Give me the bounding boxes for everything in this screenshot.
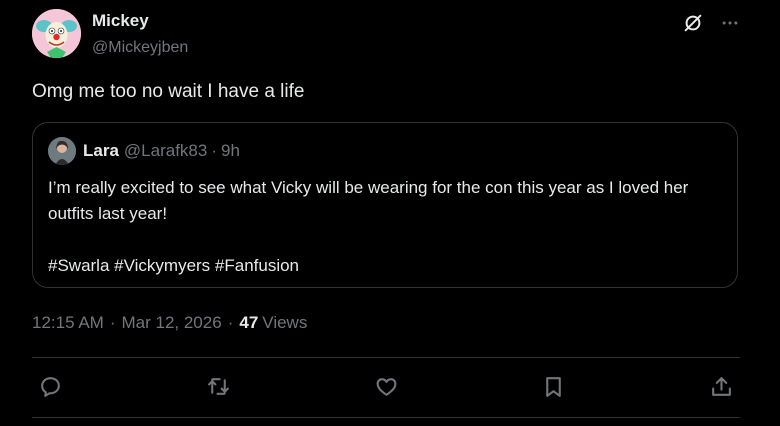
quote-time[interactable]: 9h	[221, 141, 240, 161]
action-bar	[32, 358, 740, 414]
tweet-text: Omg me too no wait I have a life	[32, 81, 305, 102]
separator-dot: ·	[211, 141, 218, 160]
tweet-date[interactable]: Mar 12, 2026	[122, 313, 222, 333]
quote-header: Lara @Larafk83 · 9h	[48, 137, 240, 165]
quote-body: I’m really excited to see what Vicky wil…	[48, 175, 718, 279]
quoted-tweet[interactable]: Lara @Larafk83 · 9h I’m really excited t…	[32, 122, 738, 288]
tweet-meta: 12:15 AM · Mar 12, 2026 · 47 Views	[32, 313, 307, 333]
bookmark-icon[interactable]	[541, 374, 566, 399]
grok-icon[interactable]	[682, 12, 704, 34]
author-name[interactable]: Mickey	[92, 11, 188, 31]
author-handle[interactable]: @Mickeyjben	[92, 38, 188, 58]
views-count: 47	[239, 313, 259, 332]
top-actions	[682, 12, 740, 34]
separator-dot: ·	[227, 313, 234, 332]
views-label: Views	[262, 313, 308, 332]
clown-avatar-icon	[32, 9, 81, 58]
more-icon[interactable]	[720, 13, 740, 33]
separator-dot: ·	[109, 313, 116, 332]
quote-avatar[interactable]	[48, 137, 76, 165]
quote-author-handle[interactable]: @Larafk83	[124, 141, 207, 161]
author-info: Mickey @Mickeyjben	[92, 11, 188, 58]
reply-icon[interactable]	[38, 374, 63, 399]
retweet-icon[interactable]	[206, 374, 231, 399]
person-avatar-icon	[48, 137, 76, 165]
like-icon[interactable]	[374, 374, 399, 399]
divider-bottom	[32, 417, 740, 418]
tweet-time[interactable]: 12:15 AM	[32, 313, 104, 333]
share-icon[interactable]	[709, 374, 734, 399]
author-avatar[interactable]	[32, 9, 81, 58]
quote-hashtags: #Swarla #Vickymyers #Fanfusion	[48, 256, 300, 275]
quote-author-name[interactable]: Lara	[83, 141, 119, 161]
quote-text: I’m really excited to see what Vicky wil…	[48, 178, 689, 223]
